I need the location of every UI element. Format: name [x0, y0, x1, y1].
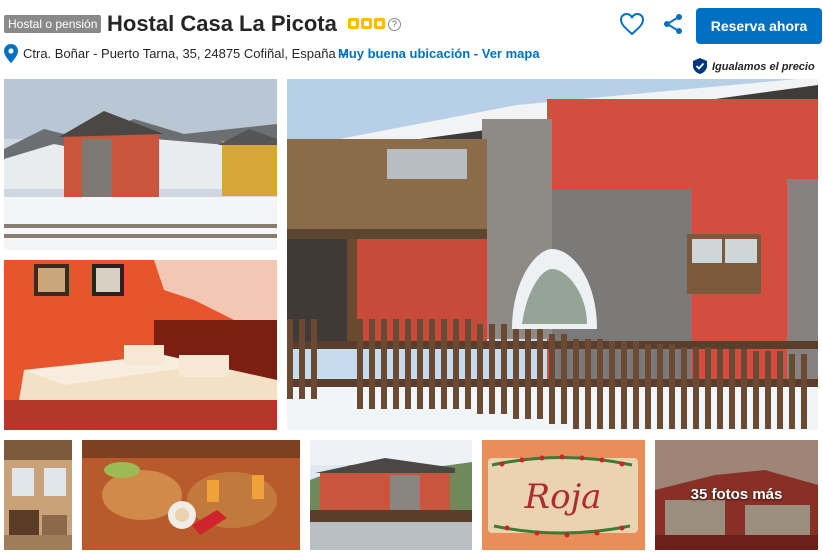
location-pin-icon — [4, 44, 18, 63]
gallery-photo-exterior-summer[interactable] — [310, 440, 472, 550]
share-icon[interactable] — [661, 12, 685, 36]
address-row: Ctra. Boñar - Puerto Tarna, 35, 24875 Co… — [4, 43, 684, 65]
property-title: Hostal Casa La Picota — [107, 11, 337, 36]
property-type-badge: Hostal o pensión — [4, 15, 102, 33]
gallery-photo-exterior-snow[interactable] — [4, 79, 277, 250]
gallery-photo-common-room[interactable] — [4, 440, 72, 550]
gallery-photo-main-exterior[interactable] — [287, 79, 818, 430]
price-match-badge-icon — [692, 58, 708, 74]
more-photos-label: 35 fotos más — [690, 486, 783, 503]
show-map-link[interactable]: Muy buena ubicación - Ver mapa — [338, 46, 540, 61]
star-rating — [348, 18, 385, 30]
gallery-photo-room-sign[interactable]: Roja — [482, 440, 645, 550]
reserve-now-button[interactable]: Reserva ahora — [696, 8, 822, 44]
property-address: Ctra. Boñar - Puerto Tarna, 35, 24875 Co… — [23, 46, 347, 61]
star-icon — [361, 18, 372, 29]
property-header: Hostal o pensión Hostal Casa La Picota ?… — [4, 6, 822, 44]
star-icon — [348, 18, 359, 29]
gallery-more-photos-button[interactable]: 35 fotos más — [655, 440, 818, 550]
price-match-text: Igualamos el precio — [712, 61, 815, 73]
heart-icon[interactable] — [618, 10, 646, 38]
star-icon — [374, 18, 385, 29]
gallery-photo-bedroom[interactable] — [4, 260, 277, 430]
price-match-badge[interactable]: Igualamos el precio — [692, 58, 819, 76]
gallery-photo-breakfast[interactable] — [82, 440, 300, 550]
info-icon[interactable]: ? — [388, 18, 401, 31]
room-sign-text: Roja — [524, 477, 602, 517]
